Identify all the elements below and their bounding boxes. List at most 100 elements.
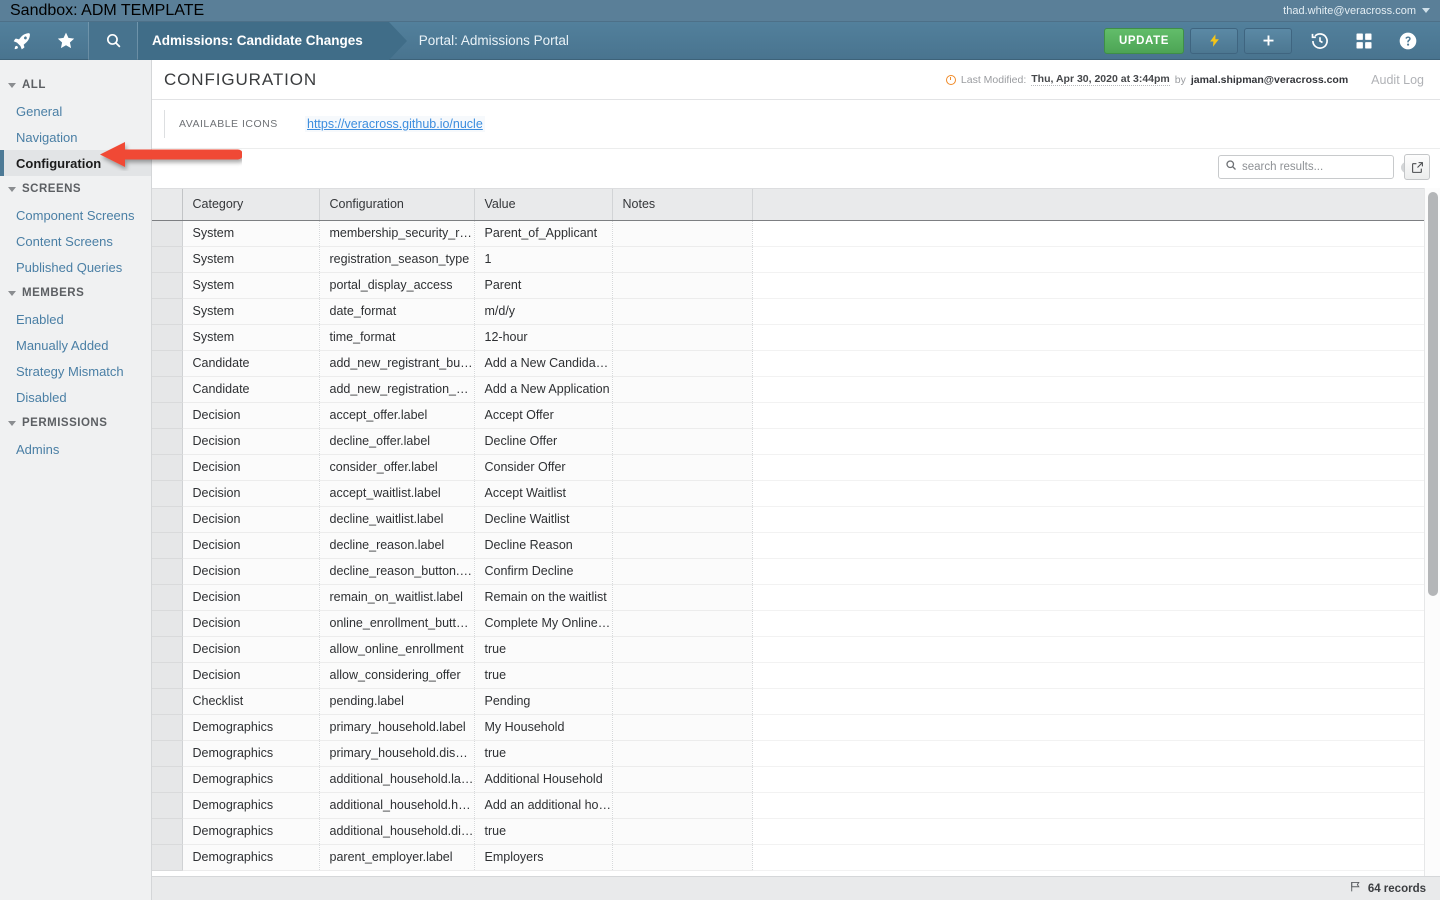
- star-icon[interactable]: [44, 22, 88, 60]
- row-selector-cell[interactable]: [152, 688, 182, 714]
- cell-value[interactable]: Consider Offer: [474, 454, 612, 480]
- cell-category[interactable]: Decision: [182, 558, 319, 584]
- cell-value[interactable]: Parent_of_Applicant: [474, 220, 612, 246]
- cell-value[interactable]: Accept Waitlist: [474, 480, 612, 506]
- cell-category[interactable]: System: [182, 246, 319, 272]
- cell-notes[interactable]: [612, 818, 752, 844]
- cell-value[interactable]: Pending: [474, 688, 612, 714]
- cell-value[interactable]: Add a New Application: [474, 376, 612, 402]
- row-selector-cell[interactable]: [152, 272, 182, 298]
- cell-value[interactable]: Parent: [474, 272, 612, 298]
- cell-category[interactable]: Demographics: [182, 844, 319, 870]
- table-row[interactable]: Demographicsadditional_household.help_te…: [152, 792, 1424, 818]
- table-row[interactable]: Decisionallow_considering_offertrue: [152, 662, 1424, 688]
- row-selector-cell[interactable]: [152, 610, 182, 636]
- cell-notes[interactable]: [612, 792, 752, 818]
- breadcrumb-item-portal[interactable]: Portal: Admissions Portal: [389, 22, 583, 60]
- row-selector-cell[interactable]: [152, 792, 182, 818]
- cell-category[interactable]: Decision: [182, 584, 319, 610]
- cell-category[interactable]: Decision: [182, 480, 319, 506]
- cell-configuration[interactable]: pending.label: [319, 688, 474, 714]
- row-selector-cell[interactable]: [152, 740, 182, 766]
- cell-category[interactable]: Candidate: [182, 350, 319, 376]
- table-row[interactable]: Decisiondecline_reason.labelDecline Reas…: [152, 532, 1424, 558]
- table-row[interactable]: Decisionaccept_waitlist.labelAccept Wait…: [152, 480, 1424, 506]
- cell-value[interactable]: Decline Reason: [474, 532, 612, 558]
- cell-configuration[interactable]: additional_household.label: [319, 766, 474, 792]
- cell-notes[interactable]: [612, 584, 752, 610]
- sidebar-item-published-queries[interactable]: Published Queries: [0, 254, 151, 280]
- cell-category[interactable]: System: [182, 220, 319, 246]
- row-selector-cell[interactable]: [152, 298, 182, 324]
- row-selector-cell[interactable]: [152, 428, 182, 454]
- cell-category[interactable]: Decision: [182, 428, 319, 454]
- breadcrumb-item-admissions[interactable]: Admissions: Candidate Changes: [138, 22, 389, 60]
- row-selector-cell[interactable]: [152, 636, 182, 662]
- table-row[interactable]: Decisiononline_enrollment_button.labelCo…: [152, 610, 1424, 636]
- cell-value[interactable]: true: [474, 636, 612, 662]
- cell-configuration[interactable]: online_enrollment_button.label: [319, 610, 474, 636]
- sidebar-group-permissions[interactable]: PERMISSIONS: [0, 410, 151, 436]
- cell-value[interactable]: 12-hour: [474, 324, 612, 350]
- cell-value[interactable]: m/d/y: [474, 298, 612, 324]
- cell-configuration[interactable]: primary_household.display: [319, 740, 474, 766]
- cell-notes[interactable]: [612, 558, 752, 584]
- cell-notes[interactable]: [612, 402, 752, 428]
- table-row[interactable]: Decisiondecline_offer.labelDecline Offer: [152, 428, 1424, 454]
- row-selector-cell[interactable]: [152, 532, 182, 558]
- rocket-icon[interactable]: [0, 22, 44, 60]
- cell-configuration[interactable]: date_format: [319, 298, 474, 324]
- cell-category[interactable]: Demographics: [182, 766, 319, 792]
- cell-notes[interactable]: [612, 272, 752, 298]
- table-row[interactable]: Systemportal_display_accessParent: [152, 272, 1424, 298]
- external-link-icon[interactable]: [1404, 154, 1430, 180]
- cell-category[interactable]: Decision: [182, 454, 319, 480]
- cell-configuration[interactable]: additional_household.help_text: [319, 792, 474, 818]
- sidebar-item-component-screens[interactable]: Component Screens: [0, 202, 151, 228]
- row-selector-cell[interactable]: [152, 246, 182, 272]
- user-menu[interactable]: thad.white@veracross.com: [1283, 5, 1430, 17]
- cell-notes[interactable]: [612, 324, 752, 350]
- cell-value[interactable]: Add an additional household: [474, 792, 612, 818]
- row-selector-cell[interactable]: [152, 844, 182, 870]
- cell-category[interactable]: System: [182, 272, 319, 298]
- cell-value[interactable]: true: [474, 818, 612, 844]
- row-selector-cell[interactable]: [152, 454, 182, 480]
- cell-value[interactable]: Additional Household: [474, 766, 612, 792]
- cell-configuration[interactable]: decline_offer.label: [319, 428, 474, 454]
- table-row[interactable]: Decisiondecline_waitlist.labelDecline Wa…: [152, 506, 1424, 532]
- cell-notes[interactable]: [612, 480, 752, 506]
- table-row[interactable]: Decisiondecline_reason_button.labelConfi…: [152, 558, 1424, 584]
- cell-configuration[interactable]: accept_offer.label: [319, 402, 474, 428]
- sidebar-item-strategy-mismatch[interactable]: Strategy Mismatch: [0, 358, 151, 384]
- row-selector-cell[interactable]: [152, 324, 182, 350]
- cell-value[interactable]: Confirm Decline: [474, 558, 612, 584]
- table-row[interactable]: Decisionaccept_offer.labelAccept Offer: [152, 402, 1424, 428]
- sidebar-item-general[interactable]: General: [0, 98, 151, 124]
- cell-category[interactable]: Demographics: [182, 740, 319, 766]
- table-row[interactable]: Candidateadd_new_registration_button.lab…: [152, 376, 1424, 402]
- row-selector-cell[interactable]: [152, 558, 182, 584]
- cell-notes[interactable]: [612, 662, 752, 688]
- cell-configuration[interactable]: remain_on_waitlist.label: [319, 584, 474, 610]
- table-row[interactable]: Demographicsparent_employer.labelEmploye…: [152, 844, 1424, 870]
- cell-notes[interactable]: [612, 532, 752, 558]
- global-search-button[interactable]: [89, 22, 137, 60]
- cell-configuration[interactable]: decline_reason_button.label: [319, 558, 474, 584]
- row-selector-cell[interactable]: [152, 662, 182, 688]
- sidebar-group-all[interactable]: ALL: [0, 72, 151, 98]
- row-selector-cell[interactable]: [152, 506, 182, 532]
- cell-configuration[interactable]: portal_display_access: [319, 272, 474, 298]
- sidebar-item-admins[interactable]: Admins: [0, 436, 151, 462]
- cell-notes[interactable]: [612, 454, 752, 480]
- cell-notes[interactable]: [612, 428, 752, 454]
- cell-notes[interactable]: [612, 688, 752, 714]
- cell-category[interactable]: Checklist: [182, 688, 319, 714]
- cell-configuration[interactable]: accept_waitlist.label: [319, 480, 474, 506]
- cell-configuration[interactable]: decline_waitlist.label: [319, 506, 474, 532]
- cell-notes[interactable]: [612, 610, 752, 636]
- row-selector-cell[interactable]: [152, 220, 182, 246]
- row-selector-cell[interactable]: [152, 766, 182, 792]
- cell-value[interactable]: Employers: [474, 844, 612, 870]
- cell-configuration[interactable]: allow_considering_offer: [319, 662, 474, 688]
